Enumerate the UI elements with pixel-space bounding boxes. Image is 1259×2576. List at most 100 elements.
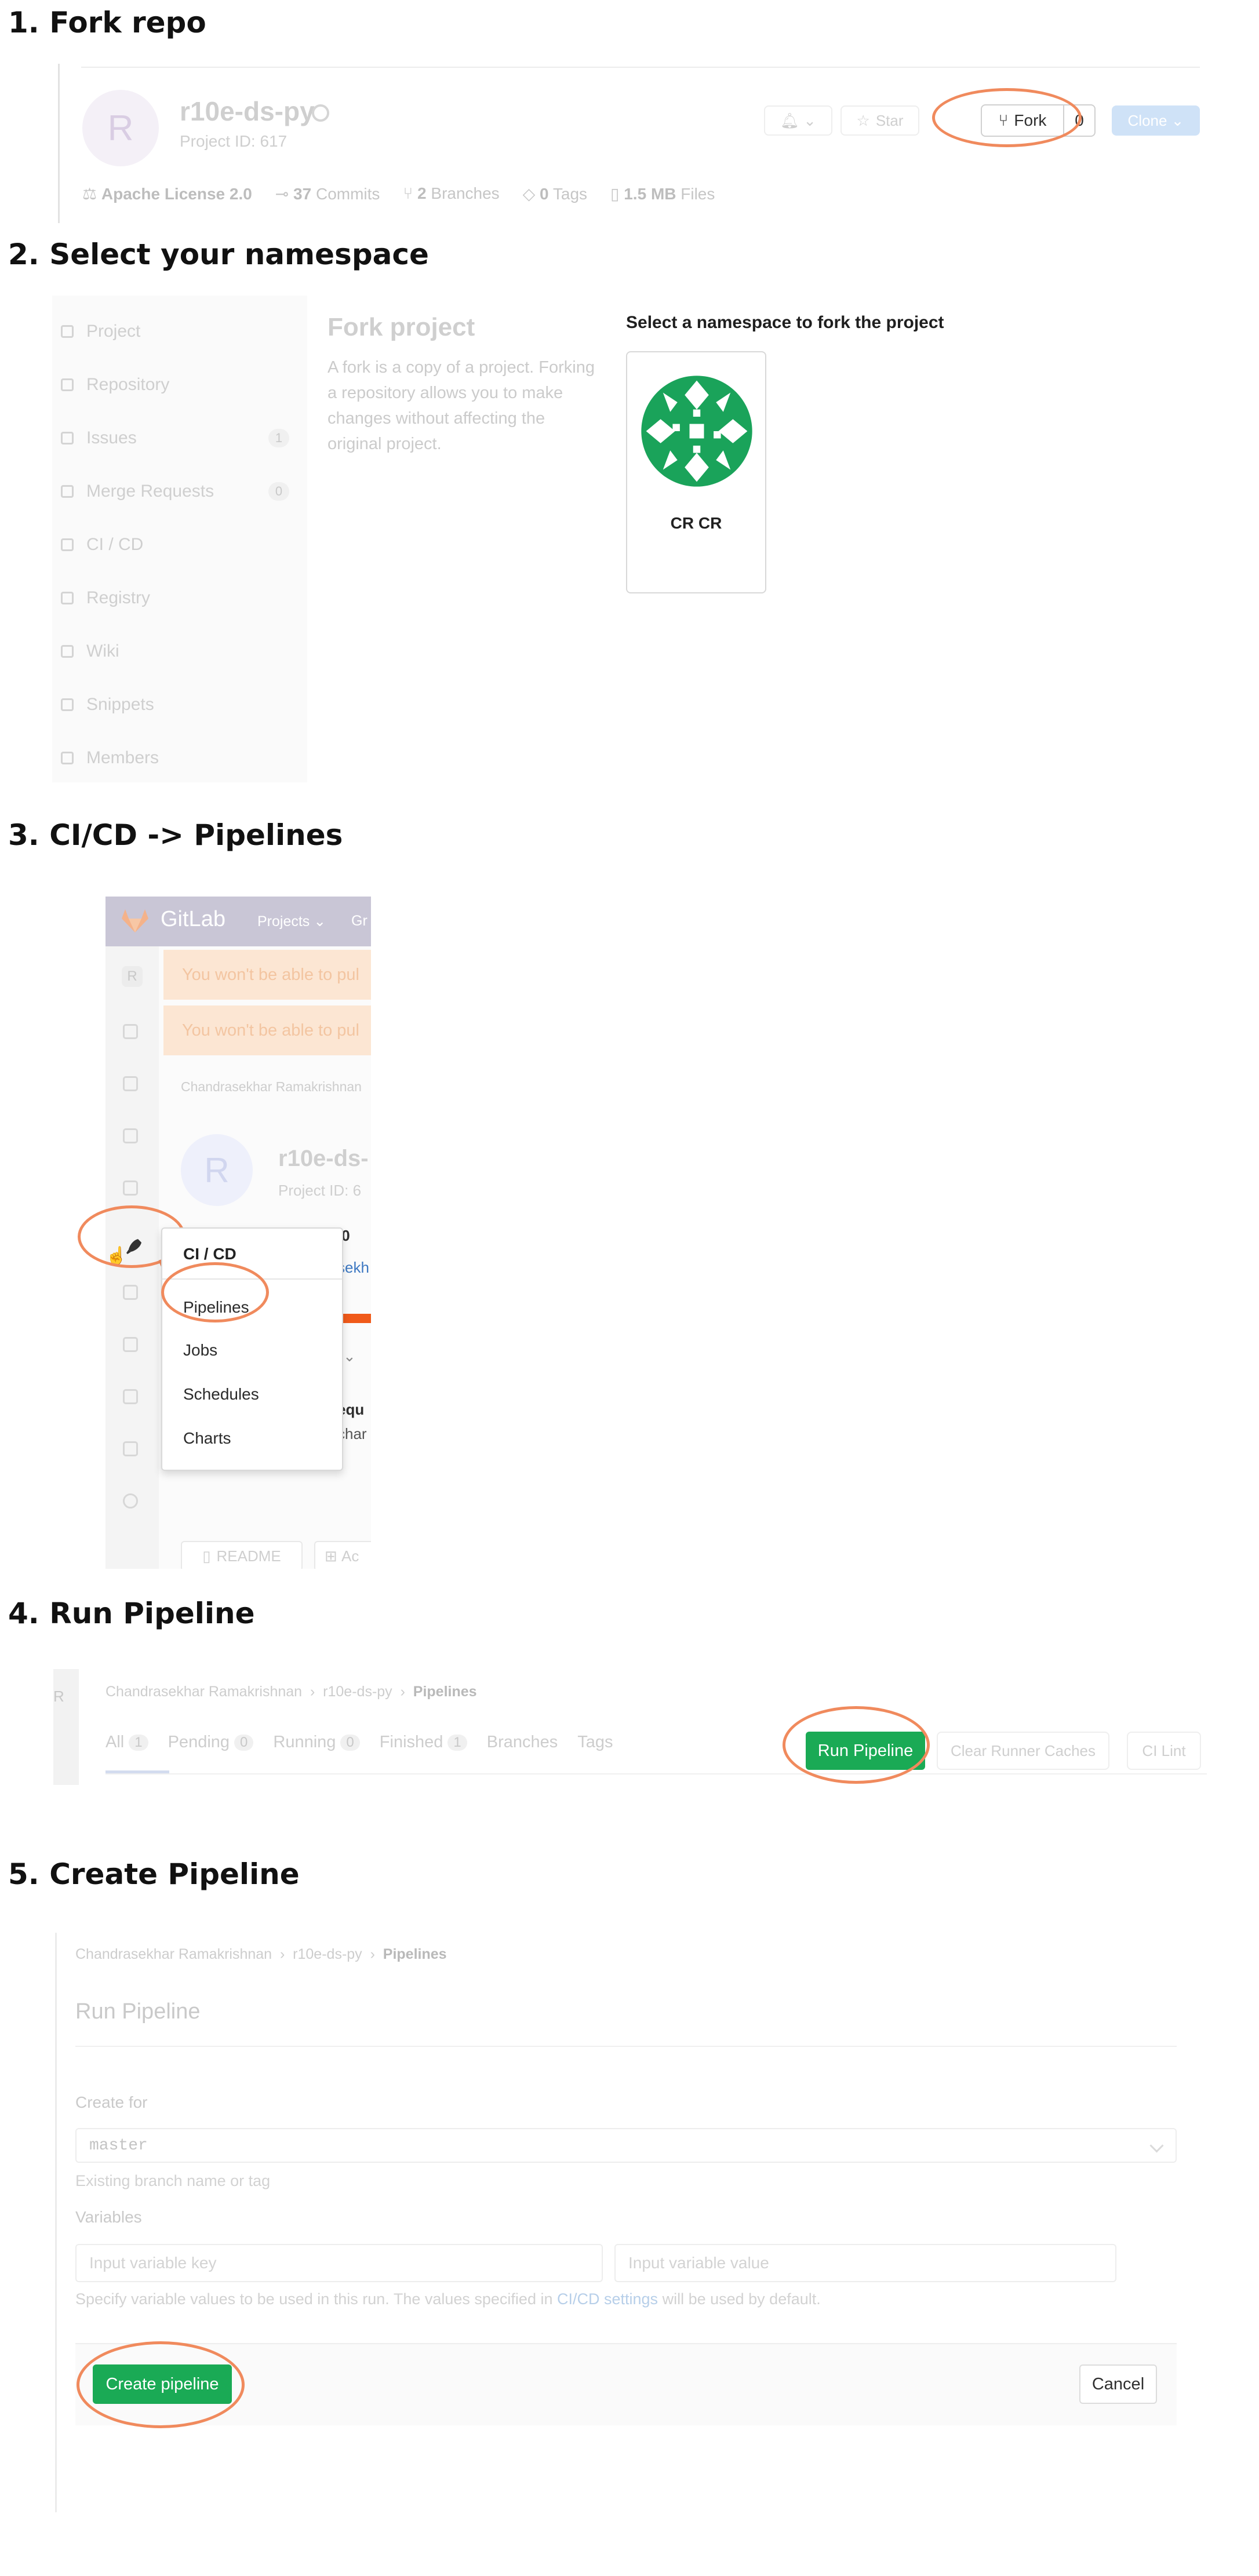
gitlab-app-name[interactable]: GitLab [161, 907, 225, 932]
readme-button[interactable]: ▯ README [181, 1541, 303, 1569]
branches-link[interactable]: ⑂ 2 Branches [403, 184, 499, 203]
sidebar-item-ci-cd[interactable]: CI / CD [61, 533, 299, 556]
sidebar-item-members[interactable]: Members [61, 746, 299, 770]
run-pipeline-button[interactable]: Run Pipeline [806, 1732, 925, 1770]
doc-icon [61, 378, 74, 391]
project-name[interactable]: r10e-ds- [278, 1146, 369, 1172]
namespace-name: CR CR [670, 514, 722, 532]
license-link[interactable]: ⚖︎ Apache License 2.0 [82, 184, 252, 203]
breadcrumb-page[interactable]: Pipelines [413, 1684, 477, 1700]
fork-label: Fork [1014, 111, 1047, 129]
breadcrumb-user[interactable]: Chandrasekhar Ramakrishnan [105, 1684, 302, 1700]
sidebar-item-repository[interactable]: Repository [61, 373, 299, 396]
breadcrumb-project[interactable]: r10e-ds-py [323, 1684, 392, 1700]
branch-hint: Existing branch name or tag [75, 2172, 271, 2189]
container-icon[interactable] [123, 1337, 138, 1352]
tab-count: 1 [129, 1734, 148, 1751]
tags-link[interactable]: ◇ 0 Tags [523, 184, 587, 203]
create-pipeline-button[interactable]: Create pipeline [93, 2364, 232, 2404]
sidebar-item-snippets[interactable]: Snippets [61, 693, 299, 716]
sidebar-item-registry[interactable]: Registry [61, 586, 299, 610]
sidebar-item-label: Snippets [86, 695, 154, 714]
step-5-heading: 5. Create Pipeline [8, 1857, 300, 1891]
warning-banner: You won't be able to pul [163, 950, 371, 1000]
variable-value-input[interactable]: Input variable value [614, 2244, 1116, 2282]
project-rail-avatar[interactable]: R [53, 1688, 64, 1706]
scissors-icon[interactable] [123, 1441, 138, 1456]
rocket-icon [61, 538, 74, 551]
namespace-prompt: Select a namespace to fork the project [626, 313, 944, 332]
nav-groups[interactable]: Gr [351, 913, 367, 930]
ops-icon[interactable] [123, 1285, 138, 1300]
commit-icon: ⊸ [275, 185, 289, 203]
nav-projects[interactable]: Projects ⌄ [257, 913, 326, 930]
tab-running[interactable]: Running 0 [273, 1733, 360, 1752]
branch-icon: ⑂ [403, 184, 413, 202]
cancel-button[interactable]: Cancel [1079, 2364, 1157, 2404]
header-divider [81, 67, 1200, 68]
doc-icon[interactable] [123, 1076, 138, 1091]
book-icon[interactable] [123, 1389, 138, 1404]
sidebar-item-label: Wiki [86, 642, 119, 661]
breadcrumb-user[interactable]: Chandrasekhar Ramakrishnan [75, 1946, 272, 1962]
menu-item-pipelines[interactable]: Pipelines [183, 1298, 249, 1317]
branch-value: master [89, 2136, 148, 2155]
breadcrumb-page[interactable]: Pipelines [383, 1946, 447, 1962]
fork-count: 0 [1075, 111, 1084, 129]
tab-pending[interactable]: Pending 0 [168, 1733, 254, 1752]
tab-tags[interactable]: Tags [577, 1733, 613, 1752]
merge-icon[interactable] [123, 1180, 138, 1196]
doc-icon: ▯ [202, 1547, 211, 1565]
menu-item-schedules[interactable]: Schedules [183, 1385, 259, 1404]
menu-item-jobs[interactable]: Jobs [183, 1341, 217, 1360]
add-button[interactable]: ⊞ Ac [314, 1541, 371, 1569]
tab-finished[interactable]: Finished 1 [380, 1733, 467, 1752]
issues-count-badge: 1 [268, 429, 289, 447]
tabs-divider [105, 1773, 1207, 1775]
sidebar-item-merge-requests[interactable]: Merge Requests 0 [61, 480, 299, 503]
fork-button[interactable]: ⑂ Fork 0 [981, 104, 1096, 137]
sidebar-item-label: Members [86, 748, 159, 767]
issues-icon[interactable] [123, 1128, 138, 1143]
book-icon [61, 645, 74, 658]
tab-all[interactable]: All 1 [105, 1733, 148, 1752]
clear-runner-caches-button[interactable]: Clear Runner Caches [937, 1732, 1109, 1770]
menu-item-charts[interactable]: Charts [183, 1429, 231, 1448]
globe-icon [312, 104, 329, 122]
project-name[interactable]: r10e-ds-py [180, 96, 315, 127]
ci-lint-button[interactable]: CI Lint [1127, 1732, 1201, 1770]
mr-count-badge: 0 [268, 482, 289, 501]
tab-label: All [105, 1733, 125, 1751]
issues-icon [61, 432, 74, 444]
breadcrumb[interactable]: Chandrasekhar Ramakrishnan [181, 1079, 362, 1095]
variable-key-input[interactable]: Input variable key [75, 2244, 603, 2282]
step-2-heading: 2. Select your namespace [8, 238, 429, 271]
ci-cd-flyout-menu: CI / CD Pipelines Jobs Schedules Charts [161, 1227, 343, 1471]
sidebar-item-project[interactable]: Project [61, 320, 299, 343]
branch-select[interactable]: master [75, 2128, 1177, 2163]
sidebar-item-issues[interactable]: Issues 1 [61, 427, 299, 450]
star-button[interactable]: ☆ Star [840, 105, 919, 136]
notification-button[interactable]: 🔔︎ ⌄ [764, 105, 832, 136]
nav-projects-label: Projects [257, 913, 310, 930]
help-suffix: will be used by default. [662, 2290, 821, 2308]
sidebar-item-label: Registry [86, 588, 151, 607]
pipeline-tabs: All 1 Pending 0 Running 0 Finished 1 Branche… [105, 1733, 613, 1752]
sidebar-item-label: Project [86, 322, 141, 341]
step-4-heading: 4. Run Pipeline [8, 1597, 255, 1630]
sidebar-item-label: Issues [86, 428, 137, 447]
project-rail-avatar[interactable]: R [122, 966, 143, 987]
chevron-down-icon [1149, 2138, 1164, 2153]
files-link[interactable]: ▯ 1.5 MB Files [610, 184, 715, 203]
tab-branches[interactable]: Branches [487, 1733, 558, 1752]
variables-label: Variables [75, 2208, 142, 2226]
breadcrumb-project[interactable]: r10e-ds-py [293, 1946, 362, 1962]
sidebar-item-wiki[interactable]: Wiki [61, 640, 299, 663]
commits-link[interactable]: ⊸ 37 Commits [275, 184, 380, 203]
merge-icon [61, 485, 74, 498]
home-icon[interactable] [123, 1024, 138, 1039]
clone-button[interactable]: Clone ⌄ [1112, 105, 1200, 136]
chevron-down-icon[interactable]: ⌄ [343, 1347, 356, 1365]
gear-icon[interactable] [123, 1493, 138, 1509]
ci-cd-settings-link[interactable]: CI/CD settings [557, 2290, 658, 2308]
